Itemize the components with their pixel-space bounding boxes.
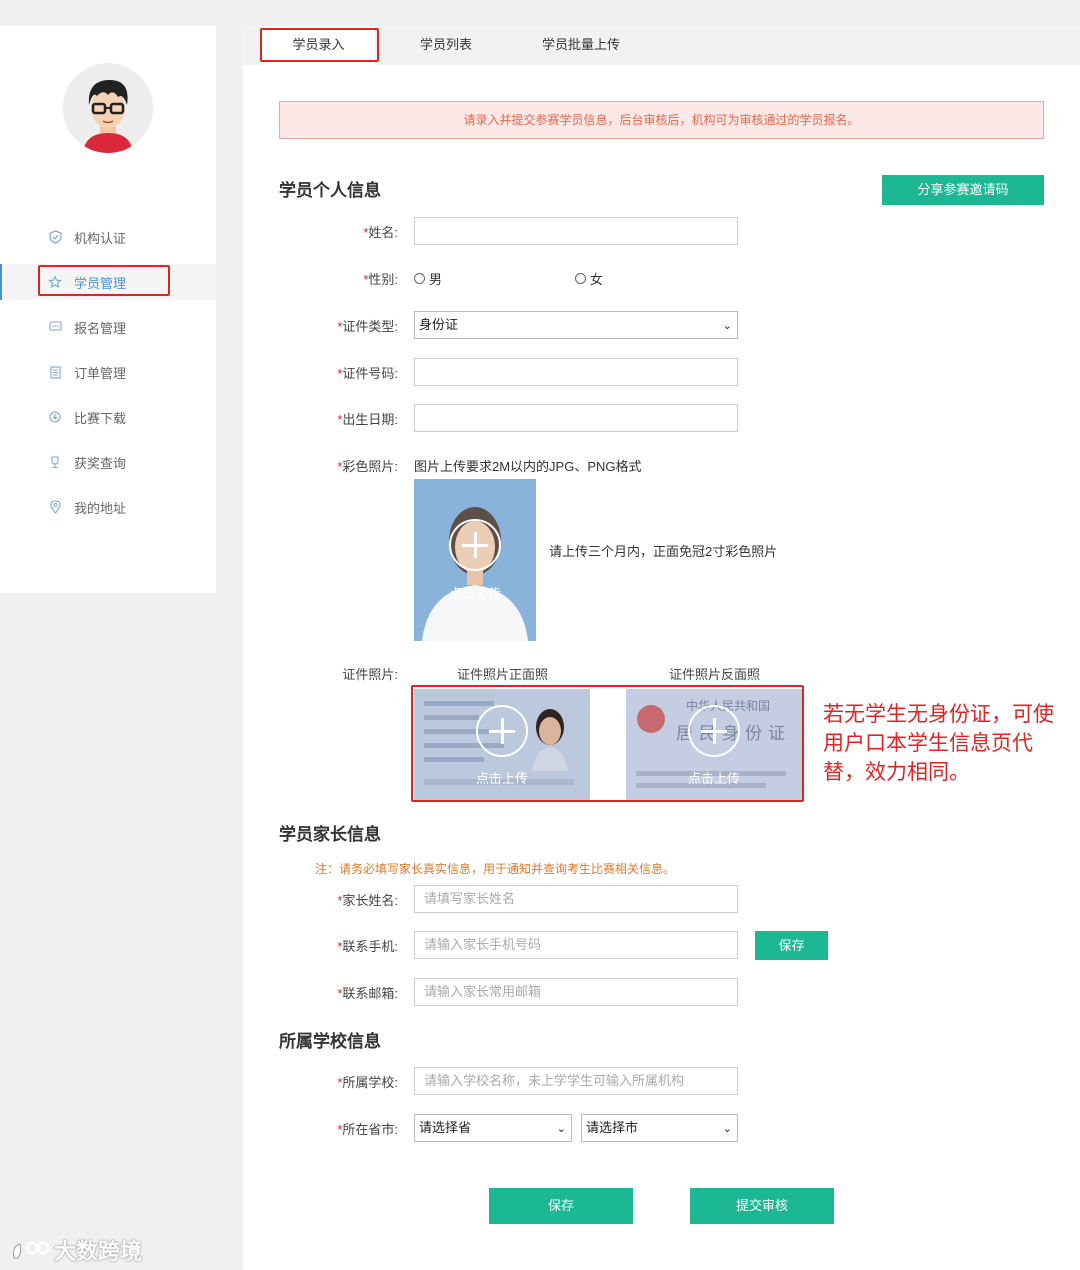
submit-review-button[interactable]: 提交审核 [690,1188,834,1224]
chevron-down-icon: ⌄ [556,1123,566,1135]
highlight-box-tab [260,28,379,62]
trophy-icon [48,455,62,469]
id-type-value: 身份证 [419,317,459,332]
photo-hint-text: 请上传三个月内，正面免冠2寸彩色照片 [549,544,778,559]
user-avatar[interactable] [63,63,153,153]
document-icon [48,365,62,379]
highlight-box-student-management [38,265,170,296]
province-value: 请选择省 [419,1120,472,1135]
birth-date-input[interactable] [414,404,738,432]
highlight-box-id-photos [411,685,804,802]
id-back-caption: 证件照片反面照 [669,667,761,682]
gender-male-label: 男 [429,272,443,287]
id-front-caption: 证件照片正面照 [457,667,549,682]
tab-batch-upload[interactable]: 学员批量上传 [526,26,636,65]
sidebar-item-order-management[interactable]: 订单管理 [0,354,216,390]
share-invite-code-button[interactable]: 分享参赛邀请码 [882,175,1044,205]
chat-icon [48,320,62,334]
download-icon [48,410,62,424]
color-photo-upload[interactable]: 点击上传 [414,479,536,641]
parent-name-label: *家长姓名: [337,893,398,908]
chevron-down-icon: ⌄ [722,320,732,332]
city-select[interactable]: 请选择市 ⌄ [581,1114,738,1142]
city-value: 请选择市 [586,1120,639,1135]
id-number-input[interactable] [414,358,738,386]
name-input[interactable] [414,217,738,245]
gender-male-radio[interactable]: 男 [414,269,442,288]
plus-upload-icon [449,519,501,571]
save-phone-button[interactable]: 保存 [755,931,828,960]
id-photo-label: 证件照片: [342,667,398,682]
radio-circle-icon [575,273,586,284]
watermark: 大数跨境 [10,1234,142,1266]
section-title-personal: 学员个人信息 [279,181,381,200]
photo-requirement-text: 图片上传要求2M以内的JPG、PNG格式 [414,459,642,474]
notice-banner: 请录入并提交参赛学员信息，后台审核后，机构可为审核通过的学员报名。 [279,101,1044,139]
sidebar-item-registration-management[interactable]: 报名管理 [0,309,216,345]
annotation-text: 若无学生无身份证，可使用户口本学生信息页代替，效力相同。 [823,703,1054,784]
sidebar-item-label: 获奖查询 [74,455,127,471]
upload-text: 点击上传 [448,586,501,601]
sidebar-item-competition-download[interactable]: 比赛下载 [0,399,216,435]
school-input[interactable]: 请输入学校名称，未上学学生可输入所属机构 [414,1067,738,1095]
sidebar-item-label: 我的地址 [74,500,127,516]
id-type-select[interactable]: 身份证 ⌄ [414,311,738,339]
tab-student-list[interactable]: 学员列表 [401,26,491,65]
sidebar-item-label: 机构认证 [74,230,127,246]
sidebar-item-award-query[interactable]: 获奖查询 [0,444,216,480]
radio-circle-icon [414,273,425,284]
sidebar-item-org-certification[interactable]: 机构认证 [0,219,216,255]
location-pin-icon [48,500,62,514]
main-panel: 学员录入 学员列表 学员批量上传 请录入并提交参赛学员信息，后台审核后，机构可为… [243,26,1080,1270]
shield-check-icon [48,230,62,244]
save-button[interactable]: 保存 [489,1188,633,1224]
gender-female-label: 女 [590,272,604,287]
sidebar-item-label: 订单管理 [74,365,127,381]
parent-phone-input[interactable]: 请输入家长手机号码 [414,931,738,959]
sidebar-item-label: 比赛下载 [74,410,127,426]
province-city-label: *所在省市: [337,1122,398,1137]
section-title-school: 所属学校信息 [279,1032,381,1051]
school-label: *所属学校: [337,1075,398,1090]
sidebar: 机构认证 学员管理 报名管理 订单管理 比赛下载 获奖查询 我的地址 [0,26,216,593]
chevron-down-icon: ⌄ [722,1123,732,1135]
parent-email-input[interactable]: 请输入家长常用邮箱 [414,978,738,1006]
sidebar-item-my-address[interactable]: 我的地址 [0,489,216,525]
province-select[interactable]: 请选择省 ⌄ [414,1114,572,1142]
section-title-parent: 学员家长信息 [279,825,381,844]
birth-date-label: *出生日期: [337,412,398,427]
gender-label: *性别: [363,272,398,287]
name-label: *姓名: [363,225,398,240]
watermark-logo-icon [13,1241,50,1259]
parent-phone-label: *联系手机: [337,939,398,954]
watermark-text: 大数跨境 [54,1239,143,1264]
id-type-label: *证件类型: [337,319,398,334]
color-photo-label: *彩色照片: [337,459,398,474]
parent-email-label: *联系邮箱: [337,986,398,1001]
sidebar-item-label: 报名管理 [74,320,127,336]
id-number-label: *证件号码: [337,366,398,381]
gender-female-radio[interactable]: 女 [575,269,603,288]
parent-name-input[interactable]: 请填写家长姓名 [414,885,738,913]
parent-note: 注：请务必填写家长真实信息，用于通知并查询考生比赛相关信息。 [315,862,676,876]
